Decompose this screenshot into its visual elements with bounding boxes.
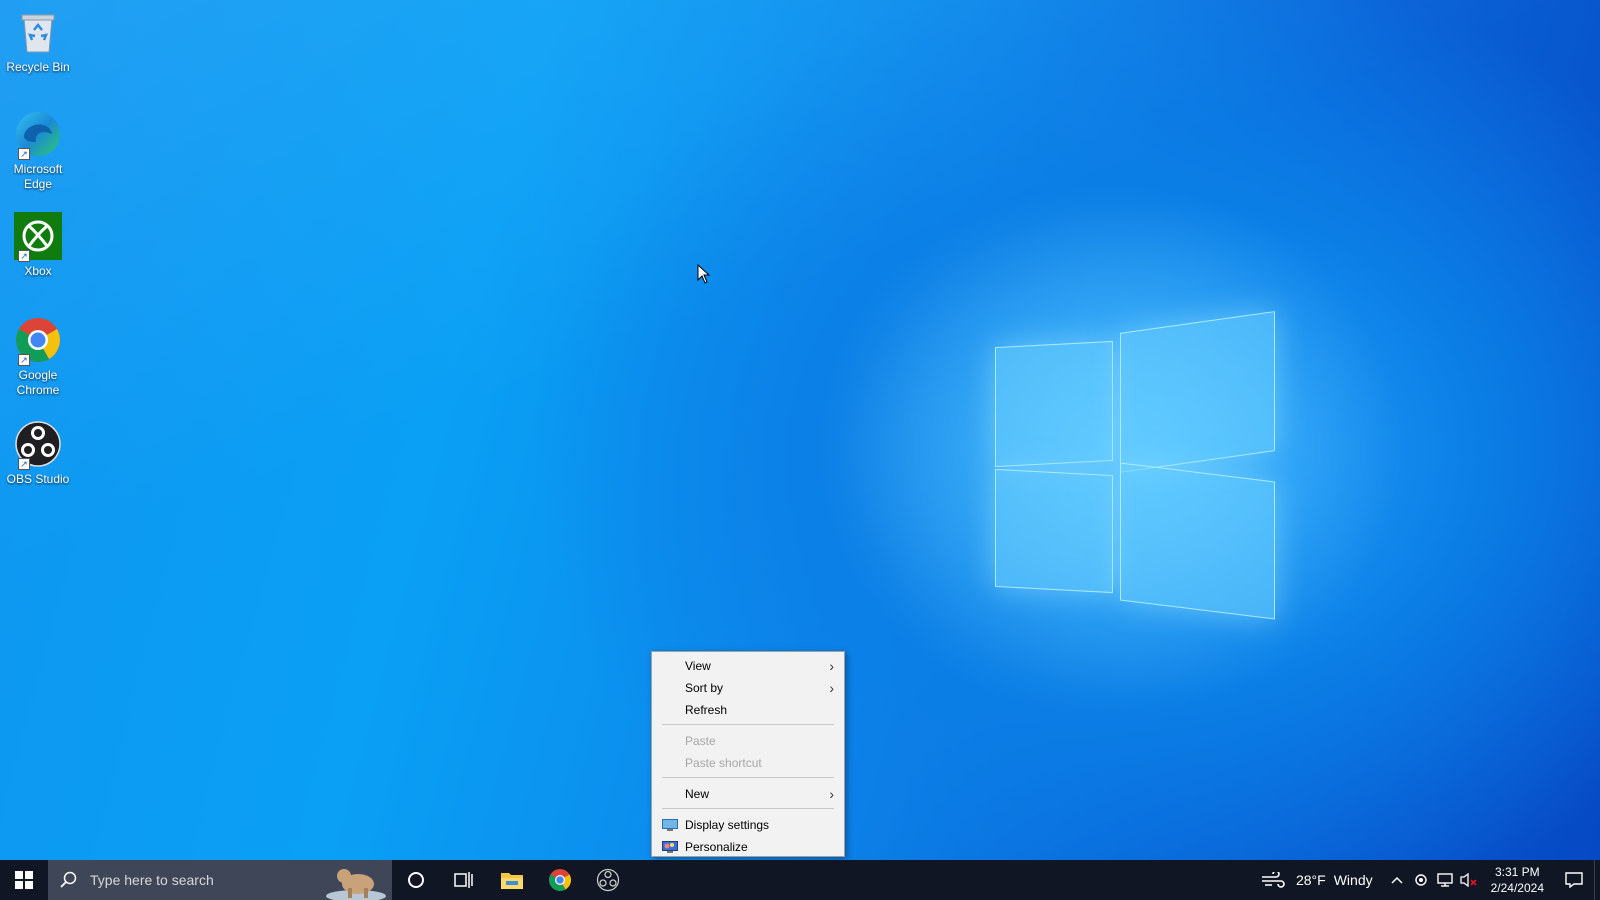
desktop-icon-label: OBS Studio [6, 472, 70, 486]
search-icon [60, 871, 77, 888]
cortana-circle-icon [408, 872, 424, 888]
task-view-button[interactable] [440, 860, 488, 900]
menu-item-label: Paste [685, 734, 716, 748]
menu-item-label: Display settings [685, 818, 770, 832]
taskbar-obs[interactable] [584, 860, 632, 900]
menu-item-new[interactable]: New › [652, 783, 844, 805]
desktop-icon-label: Recycle Bin [6, 60, 70, 74]
desktop[interactable]: Recycle Bin ↗ Microsoft Edge ↗ Xbox ↗ Go… [0, 0, 1600, 860]
chrome-icon [549, 869, 571, 891]
weather-description[interactable]: Windy [1334, 872, 1373, 888]
chrome-icon: ↗ [14, 316, 62, 366]
camera-icon [1414, 874, 1427, 886]
cortana-button[interactable] [392, 860, 440, 900]
shortcut-arrow-icon: ↗ [18, 354, 30, 366]
desktop-icon-label: Google Chrome [16, 368, 60, 397]
menu-separator [662, 777, 834, 778]
menu-item-personalize[interactable]: Personalize [652, 836, 844, 858]
clock-time: 3:31 PM [1494, 865, 1540, 879]
volume-button[interactable] [1457, 860, 1481, 900]
shortcut-arrow-icon: ↗ [18, 250, 30, 262]
action-center-button[interactable] [1554, 860, 1594, 900]
menu-item-label: View [685, 659, 711, 673]
edge-icon: ↗ [14, 110, 62, 160]
desktop-icon-obs[interactable]: ↗ OBS Studio [0, 420, 76, 487]
xbox-icon: ↗ [14, 212, 62, 262]
desktop-icon-xbox[interactable]: ↗ Xbox [0, 212, 76, 279]
desktop-icon-chrome[interactable]: ↗ Google Chrome [0, 316, 76, 398]
volume-muted-icon [1459, 872, 1477, 888]
menu-item-refresh[interactable]: Refresh [652, 699, 844, 721]
desktop-icon-recycle-bin[interactable]: Recycle Bin [0, 8, 76, 75]
chevron-right-icon: › [829, 680, 834, 696]
chevron-up-icon [1391, 876, 1403, 884]
task-view-icon [454, 872, 473, 888]
menu-item-paste-shortcut: Paste shortcut [652, 752, 844, 774]
desktop-context-menu: View › Sort by › Refresh Paste Paste sho… [651, 651, 845, 857]
show-hidden-icons-button[interactable] [1385, 860, 1409, 900]
menu-item-label: Sort by [685, 681, 724, 695]
taskbar: Type here to search 28°F Windy 3:31 PM 2… [0, 860, 1600, 900]
system-tray: 28°F Windy 3:31 PM 2/24/2024 [1258, 860, 1600, 900]
taskbar-file-explorer[interactable] [488, 860, 536, 900]
menu-item-display-settings[interactable]: Display settings [652, 814, 844, 836]
windows-start-icon [15, 871, 33, 889]
menu-item-label: Refresh [685, 703, 728, 717]
taskbar-search-box[interactable]: Type here to search [48, 860, 392, 900]
menu-separator [662, 808, 834, 809]
menu-separator [662, 724, 834, 725]
wind-icon [1261, 872, 1285, 888]
search-placeholder: Type here to search [90, 872, 214, 888]
chevron-right-icon: › [829, 786, 834, 802]
shortcut-arrow-icon: ↗ [18, 458, 30, 470]
desktop-icon-edge[interactable]: ↗ Microsoft Edge [0, 110, 76, 192]
taskbar-chrome[interactable] [536, 860, 584, 900]
menu-item-sort-by[interactable]: Sort by › [652, 677, 844, 699]
obs-icon [596, 868, 620, 892]
weather-button[interactable] [1258, 860, 1288, 900]
recycle-bin-icon [14, 8, 62, 56]
shortcut-arrow-icon: ↗ [18, 148, 30, 160]
display-settings-icon [662, 819, 678, 831]
network-icon [1436, 873, 1453, 887]
taskbar-clock[interactable]: 3:31 PM 2/24/2024 [1491, 864, 1544, 896]
search-highlight-illustration-icon [326, 869, 386, 900]
weather-temperature[interactable]: 28°F [1296, 872, 1326, 888]
file-explorer-icon [501, 873, 523, 889]
menu-item-label: New [685, 787, 710, 801]
menu-item-view[interactable]: View › [652, 655, 844, 677]
mouse-cursor-icon [697, 264, 711, 284]
show-desktop-button[interactable] [1594, 860, 1600, 900]
obs-icon: ↗ [14, 420, 62, 470]
start-button[interactable] [0, 860, 48, 900]
chevron-right-icon: › [829, 658, 834, 674]
menu-item-label: Paste shortcut [685, 756, 762, 770]
notification-icon [1565, 872, 1583, 888]
personalize-icon [662, 841, 678, 853]
windows-logo-wallpaper [990, 311, 1290, 620]
menu-item-label: Personalize [685, 840, 748, 854]
meet-now-button[interactable] [1409, 860, 1433, 900]
network-button[interactable] [1433, 860, 1457, 900]
clock-date: 2/24/2024 [1490, 881, 1544, 895]
desktop-icon-label: Microsoft Edge [13, 162, 63, 191]
menu-item-paste: Paste [652, 730, 844, 752]
desktop-icon-label: Xbox [24, 264, 52, 278]
